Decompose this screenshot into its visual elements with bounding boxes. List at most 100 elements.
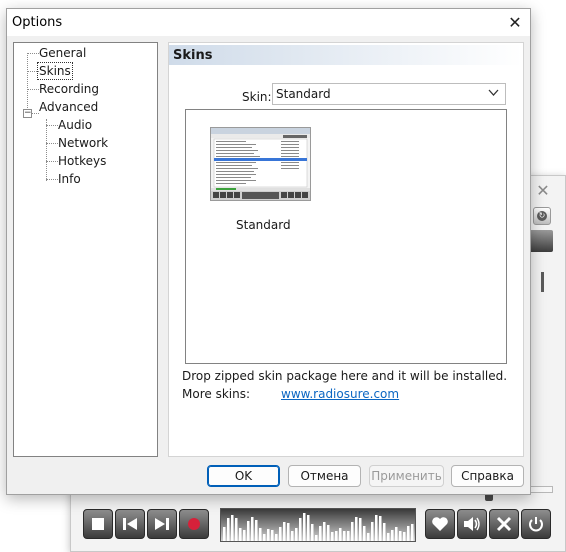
spectrum-bar — [399, 531, 402, 541]
spectrum-bar — [263, 534, 266, 541]
player-close-icon[interactable]: ✕ — [533, 181, 553, 201]
spectrum-bar — [275, 534, 278, 541]
options-dialog: Options ✕ − General Skins Recording Adva… — [6, 8, 531, 495]
tree-connector — [27, 89, 39, 90]
power-button[interactable] — [521, 509, 551, 539]
spectrum-bar — [319, 526, 322, 541]
tools-button[interactable] — [489, 509, 519, 539]
spectrum-bar — [351, 522, 354, 541]
volume-icon — [464, 517, 480, 531]
tree-item-advanced[interactable]: Advanced — [39, 99, 98, 115]
chevron-down-icon — [488, 89, 499, 96]
more-skins-label: More skins: — [182, 387, 250, 401]
spectrum-bar — [251, 517, 254, 541]
close-icon[interactable]: ✕ — [504, 12, 526, 34]
spectrum-bar — [223, 527, 226, 541]
skin-thumbnail[interactable] — [210, 127, 311, 201]
options-tree: − General Skins Recording Advanced Audio… — [13, 42, 158, 457]
spectrum-bar — [259, 528, 262, 541]
power-icon — [529, 517, 543, 532]
spectrum-bar — [231, 515, 234, 541]
panel-title: Skins — [173, 48, 213, 63]
more-skins-link[interactable]: www.radiosure.com — [281, 387, 399, 401]
tree-item-general[interactable]: General — [39, 45, 86, 61]
spectrum-bar — [355, 517, 358, 541]
spectrum-bar — [347, 531, 350, 541]
spectrum-bar — [395, 527, 398, 541]
spectrum-bar — [335, 531, 338, 541]
spectrum-bar — [327, 525, 330, 541]
spectrum-bar — [403, 532, 406, 541]
tree-connector — [27, 53, 28, 108]
previous-button[interactable] — [115, 509, 145, 539]
tree-connector — [46, 125, 58, 126]
skins-panel: Skins Skin: Standard Standard Drop zippe… — [168, 42, 524, 457]
spectrum-bar — [271, 530, 274, 541]
tree-connector — [46, 161, 58, 162]
spectrum-bar — [291, 531, 294, 541]
ok-button[interactable]: OK — [207, 465, 280, 487]
spectrum-bar — [299, 518, 302, 541]
next-button[interactable] — [147, 509, 177, 539]
record-button[interactable] — [179, 509, 209, 539]
title-bar: Options ✕ — [7, 9, 530, 36]
stop-button[interactable] — [83, 509, 113, 539]
skin-label: Skin: — [242, 90, 272, 104]
tree-item-skins[interactable]: Skins — [37, 62, 73, 80]
spectrum-bar — [279, 527, 282, 541]
spectrum-bar — [331, 532, 334, 541]
skin-preview-area[interactable]: Standard — [185, 109, 507, 364]
collapse-advanced-icon[interactable]: − — [23, 109, 32, 118]
spectrum-bar — [407, 526, 410, 541]
refresh-icon: ↻ — [537, 211, 547, 221]
dialog-title: Options — [12, 15, 63, 30]
help-button[interactable]: Справка — [451, 465, 524, 487]
spectrum-bar — [375, 515, 378, 541]
spectrum-bar — [243, 530, 246, 541]
spectrum-bar — [387, 533, 390, 541]
spectrum-bar — [343, 531, 346, 541]
favorite-button[interactable] — [425, 509, 455, 539]
scroll-indicator[interactable] — [541, 272, 544, 292]
spectrum-bar — [287, 523, 290, 541]
refresh-button[interactable]: ↻ — [533, 207, 551, 225]
spectrum-bar — [303, 513, 306, 541]
spectrum-bar — [295, 528, 298, 541]
spectrum-bar — [307, 515, 310, 541]
tree-item-info[interactable]: Info — [58, 171, 81, 187]
volume-button[interactable] — [457, 509, 487, 539]
skin-thumbnail-image — [211, 128, 310, 200]
skin-dropdown-value: Standard — [276, 87, 331, 101]
next-icon — [155, 518, 169, 530]
spectrum-bar — [311, 524, 314, 541]
skin-thumbnail-caption: Standard — [236, 218, 291, 232]
favorite-heart-icon — [432, 517, 448, 531]
tree-connector — [46, 179, 58, 180]
tree-item-audio[interactable]: Audio — [58, 117, 92, 133]
tree-connector — [32, 113, 39, 114]
spectrum-bar — [383, 523, 386, 541]
spectrum-bar — [239, 528, 242, 541]
spectrum-visualizer — [220, 508, 416, 542]
spectrum-bar — [235, 518, 238, 541]
spectrum-bar — [339, 528, 342, 541]
apply-button[interactable]: Применить — [369, 465, 444, 487]
spectrum-bar — [371, 522, 374, 541]
spectrum-bar — [379, 516, 382, 541]
spectrum-bar — [391, 530, 394, 541]
spectrum-bar — [363, 526, 366, 541]
previous-icon — [123, 518, 137, 530]
tools-icon — [496, 516, 512, 532]
tree-item-hotkeys[interactable]: Hotkeys — [58, 153, 106, 169]
tree-item-network[interactable]: Network — [58, 135, 108, 151]
spectrum-bar — [411, 524, 414, 541]
drop-hint-text: Drop zipped skin package here and it wil… — [182, 369, 508, 383]
tree-item-recording[interactable]: Recording — [39, 81, 99, 97]
tree-connector — [46, 119, 47, 181]
tree-connector — [46, 143, 58, 144]
stop-icon — [92, 518, 104, 530]
skin-dropdown[interactable]: Standard — [272, 83, 506, 105]
spectrum-bar — [283, 522, 286, 541]
panel-header: Skins — [169, 45, 523, 65]
cancel-button[interactable]: Отмена — [288, 465, 361, 487]
